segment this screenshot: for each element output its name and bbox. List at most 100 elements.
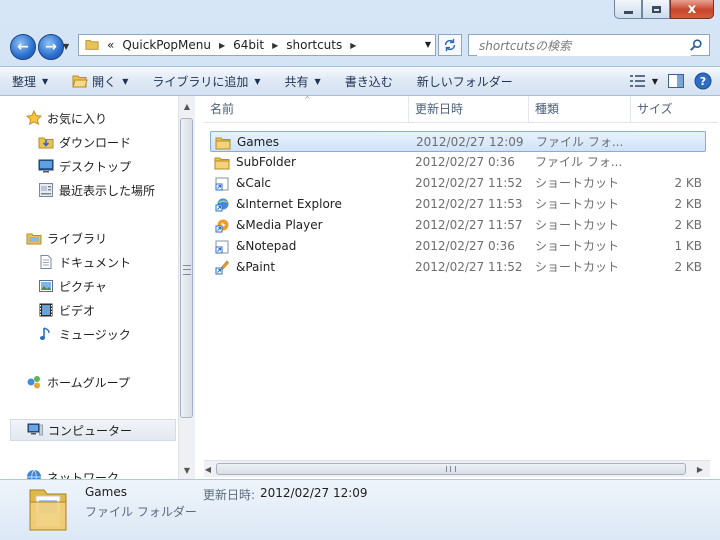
media-player-shortcut-icon — [214, 218, 230, 234]
pictures-icon — [38, 278, 54, 294]
help-button[interactable]: ? — [694, 72, 712, 90]
sidebar-item-label: ピクチャ — [59, 279, 107, 294]
scroll-down-button[interactable]: ▼ — [179, 462, 195, 478]
file-row-notepad[interactable]: &Notepad 2012/02/27 0:36 ショートカット 1 KB — [210, 236, 706, 257]
breadcrumb-separator[interactable]: ▶ — [219, 41, 225, 50]
network-icon — [26, 469, 42, 479]
breadcrumb-quickpopmenu[interactable]: QuickPopMenu — [122, 38, 211, 52]
file-name: Games — [237, 135, 279, 149]
organize-button[interactable]: 整理 ▼ — [0, 67, 60, 95]
sidebar-item-label: ホームグループ — [47, 375, 130, 390]
search-input[interactable] — [477, 36, 691, 56]
command-bar: 整理 ▼ 開く ▼ ライブラリに追加 ▼ 共有 ▼ 書き込む 新しいフォルダー ▼ ? — [0, 66, 720, 96]
file-size: 2 KB — [674, 218, 702, 232]
file-type: ファイル フォ... — [536, 135, 624, 149]
address-bar[interactable]: « QuickPopMenu ▶ 64bit ▶ shortcuts ▶ ▼ — [78, 34, 436, 56]
sidebar-item-pictures[interactable]: ピクチャ — [38, 275, 107, 297]
navigation-scrollbar[interactable]: ▲ ▼ — [178, 96, 195, 479]
refresh-icon — [444, 38, 456, 52]
caption-buttons: x — [614, 0, 714, 20]
scroll-left-button[interactable]: ◀ — [200, 461, 216, 477]
sidebar-item-network[interactable]: ネットワーク — [26, 466, 119, 479]
breadcrumb-64bit[interactable]: 64bit — [233, 38, 264, 52]
file-name: &Internet Explore — [236, 197, 342, 211]
file-date: 2012/02/27 0:36 — [415, 239, 515, 253]
sidebar-item-homegroup[interactable]: ホームグループ — [26, 371, 130, 393]
file-name: &Media Player — [236, 218, 323, 232]
address-dropdown[interactable]: ▼ — [425, 40, 431, 49]
file-list: ^ 名前 更新日時 種類 サイズ Games 2012/02/27 12:09 … — [204, 96, 718, 479]
back-button[interactable]: ← — [10, 34, 36, 60]
file-row-games[interactable]: Games 2012/02/27 12:09 ファイル フォ... — [210, 131, 706, 152]
sidebar-item-label: ミュージック — [59, 327, 131, 342]
column-size[interactable]: サイズ — [631, 96, 711, 122]
file-row-internet-explorer[interactable]: &Internet Explore 2012/02/27 11:53 ショートカ… — [210, 194, 706, 215]
sidebar-item-favorites[interactable]: お気に入り — [26, 107, 107, 129]
file-row-calc[interactable]: &Calc 2012/02/27 11:52 ショートカット 2 KB — [210, 173, 706, 194]
scroll-right-button[interactable]: ▶ — [692, 461, 708, 477]
sidebar-item-recent-places[interactable]: 最近表示した場所 — [38, 179, 155, 201]
horizontal-scrollbar[interactable]: ◀ ▶ — [204, 460, 710, 477]
column-name[interactable]: 名前 — [204, 96, 409, 122]
file-type: ショートカット — [535, 197, 620, 211]
breadcrumb-overflow[interactable]: « — [107, 38, 114, 52]
share-button[interactable]: 共有 ▼ — [273, 67, 333, 95]
minimize-button[interactable] — [614, 0, 642, 19]
sidebar-item-label: ネットワーク — [47, 470, 120, 480]
scroll-up-button[interactable]: ▲ — [179, 98, 195, 114]
add-to-library-button[interactable]: ライブラリに追加 ▼ — [140, 67, 272, 95]
burn-button[interactable]: 書き込む — [333, 67, 405, 95]
scrollbar-thumb[interactable] — [180, 118, 193, 418]
scrollbar-thumb[interactable] — [216, 463, 686, 475]
explorer-window: x ← → ▼ « QuickPopMenu ▶ 64bit ▶ shortcu… — [0, 0, 720, 540]
close-button[interactable]: x — [670, 0, 714, 19]
homegroup-icon — [26, 374, 42, 390]
share-label: 共有 — [284, 74, 309, 89]
downloads-folder-icon — [38, 134, 54, 150]
burn-label: 書き込む — [344, 74, 393, 89]
new-folder-label: 新しいフォルダー — [416, 74, 513, 89]
content-area: お気に入り ダウンロード デスクトップ 最近表示した場所 ライブラリ ドキュメン… — [0, 96, 720, 479]
recent-pages-dropdown[interactable]: ▼ — [63, 42, 69, 51]
sidebar-item-documents[interactable]: ドキュメント — [38, 251, 131, 273]
sidebar-item-downloads[interactable]: ダウンロード — [38, 131, 131, 153]
star-icon — [26, 110, 42, 126]
refresh-button[interactable] — [438, 34, 462, 56]
forward-button[interactable]: → — [38, 34, 64, 60]
file-type: ショートカット — [535, 176, 620, 190]
breadcrumb-separator[interactable]: ▶ — [272, 41, 278, 50]
search-icon[interactable] — [689, 38, 703, 55]
chevron-down-icon: ▼ — [651, 76, 658, 86]
sidebar-item-videos[interactable]: ビデオ — [38, 299, 95, 321]
shortcut-icon — [214, 239, 230, 255]
sidebar-item-music[interactable]: ミュージック — [38, 323, 131, 345]
file-row-media-player[interactable]: &Media Player 2012/02/27 11:57 ショートカット 2… — [210, 215, 706, 236]
file-row-subfolder[interactable]: SubFolder 2012/02/27 0:36 ファイル フォ... — [210, 152, 706, 173]
view-options-button[interactable]: ▼ — [629, 75, 658, 87]
file-date: 2012/02/27 11:57 — [415, 218, 523, 232]
column-headers: ^ 名前 更新日時 種類 サイズ — [204, 96, 718, 123]
search-box — [468, 34, 710, 56]
navigation-bar: ← → ▼ « QuickPopMenu ▶ 64bit ▶ shortcuts… — [0, 30, 720, 62]
toolbar-right: ▼ ? — [629, 67, 712, 95]
preview-pane-button[interactable] — [668, 74, 684, 88]
column-date-modified[interactable]: 更新日時 — [409, 96, 529, 122]
maximize-button[interactable] — [642, 0, 670, 19]
new-folder-button[interactable]: 新しいフォルダー — [405, 67, 525, 95]
file-date: 2012/02/27 11:53 — [415, 197, 523, 211]
file-type: ショートカット — [535, 218, 620, 232]
file-name: SubFolder — [236, 155, 296, 169]
details-modified-label: 更新日時: — [203, 488, 256, 502]
folder-icon — [214, 155, 230, 171]
sidebar-item-desktop[interactable]: デスクトップ — [38, 155, 131, 177]
document-icon — [38, 254, 54, 270]
open-button[interactable]: 開く ▼ — [60, 67, 140, 95]
sidebar-item-libraries[interactable]: ライブラリ — [26, 227, 107, 249]
details-pane: Games ファイル フォルダー 更新日時: 2012/02/27 12:09 — [0, 479, 720, 540]
file-type: ファイル フォ... — [535, 155, 623, 169]
breadcrumb-separator[interactable]: ▶ — [350, 41, 356, 50]
file-row-paint[interactable]: &Paint 2012/02/27 11:52 ショートカット 2 KB — [210, 257, 706, 278]
breadcrumb-shortcuts[interactable]: shortcuts — [286, 38, 342, 52]
column-type[interactable]: 種類 — [529, 96, 631, 122]
sidebar-item-computer[interactable]: コンピューター — [10, 419, 176, 441]
